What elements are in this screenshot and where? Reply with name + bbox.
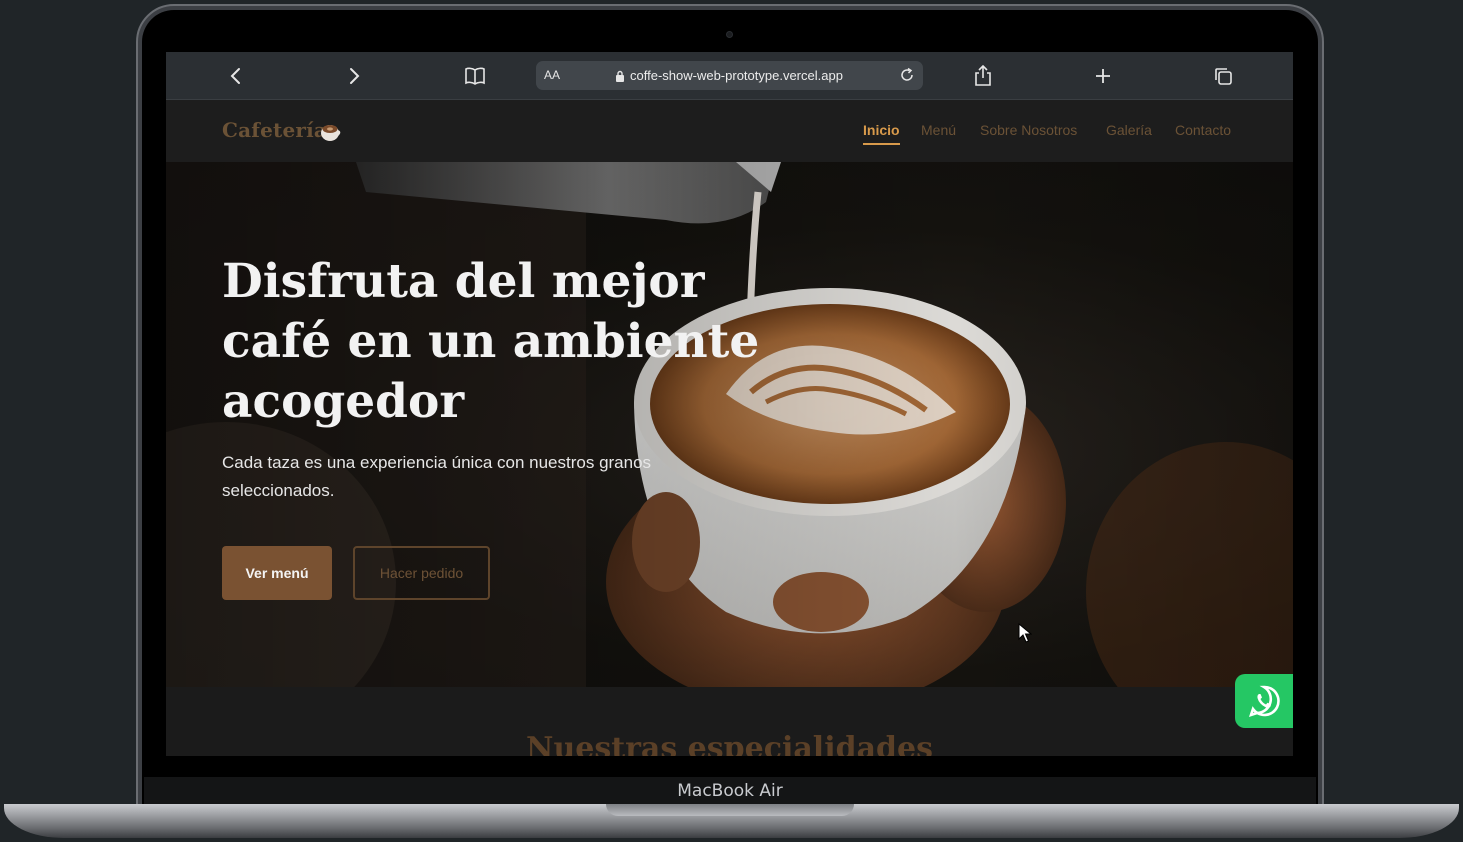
laptop-screen: AA coffe-show-web-prototype.vercel.app C… bbox=[166, 52, 1293, 756]
forward-icon[interactable] bbox=[342, 64, 366, 88]
reload-icon[interactable] bbox=[899, 67, 915, 88]
reader-aa-button[interactable]: AA bbox=[544, 68, 560, 82]
url-text: coffe-show-web-prototype.vercel.app bbox=[630, 68, 843, 83]
whatsapp-button[interactable] bbox=[1235, 674, 1293, 728]
specialties-section: Nuestras especialidades bbox=[166, 687, 1293, 756]
laptop-notch bbox=[606, 804, 854, 816]
share-icon[interactable] bbox=[971, 64, 995, 88]
hero-subtitle: Cada taza es una experiencia única con n… bbox=[222, 453, 652, 500]
coffee-cup-icon bbox=[319, 120, 341, 147]
hero-section: Disfruta del mejor café en un ambiente a… bbox=[166, 162, 1293, 687]
nav-menu[interactable]: Menú bbox=[921, 122, 956, 138]
place-order-button[interactable]: Hacer pedido bbox=[353, 546, 490, 600]
device-label: MacBook Air bbox=[144, 777, 1316, 805]
nav-active-indicator bbox=[863, 143, 900, 145]
specialties-title: Nuestras especialidades bbox=[526, 731, 933, 756]
nav-sobre-nosotros[interactable]: Sobre Nosotros bbox=[980, 122, 1077, 138]
whatsapp-icon bbox=[1248, 685, 1280, 718]
bookmarks-icon[interactable] bbox=[463, 64, 487, 88]
view-menu-button[interactable]: Ver menú bbox=[222, 546, 332, 600]
nav-contacto[interactable]: Contacto bbox=[1175, 122, 1231, 138]
stage: AA coffe-show-web-prototype.vercel.app C… bbox=[0, 0, 1463, 842]
camera-icon bbox=[726, 31, 733, 38]
tabs-icon[interactable] bbox=[1211, 64, 1235, 88]
mouse-cursor-icon bbox=[1018, 622, 1033, 648]
lock-icon bbox=[615, 69, 625, 87]
site-header: Cafetería Inicio Menú Sobre Nosotros Gal… bbox=[166, 100, 1293, 162]
site-logo[interactable]: Cafetería bbox=[222, 118, 327, 142]
nav-inicio[interactable]: Inicio bbox=[863, 122, 900, 138]
address-bar[interactable]: AA coffe-show-web-prototype.vercel.app bbox=[536, 61, 923, 90]
hero-title: Disfruta del mejor café en un ambiente a… bbox=[222, 254, 760, 429]
back-icon[interactable] bbox=[224, 64, 248, 88]
nav-galeria[interactable]: Galería bbox=[1106, 122, 1152, 138]
browser-toolbar: AA coffe-show-web-prototype.vercel.app bbox=[166, 52, 1293, 100]
new-tab-icon[interactable] bbox=[1091, 64, 1115, 88]
